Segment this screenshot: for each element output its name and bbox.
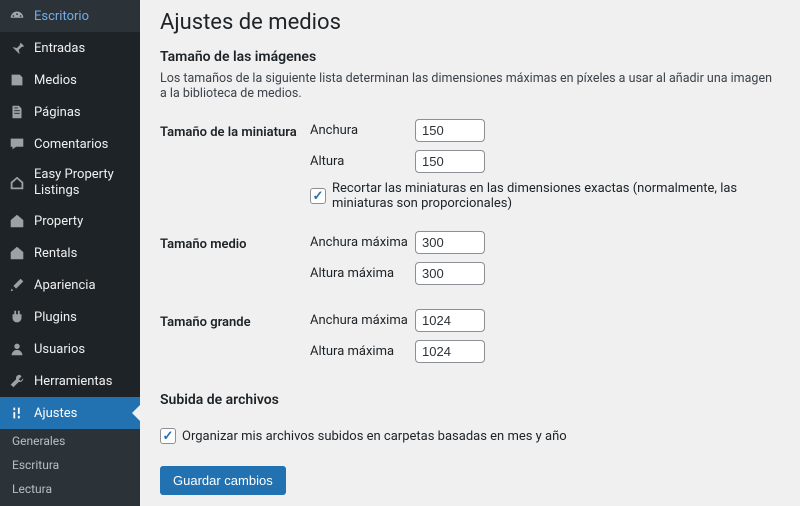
save-button[interactable]: Guardar cambios: [160, 466, 286, 495]
subitem-generales[interactable]: Generales: [0, 429, 140, 453]
medium-row: Tamaño medio Anchura máxima Altura máxim…: [160, 231, 780, 293]
sidebar-item-herramientas[interactable]: Herramientas: [0, 365, 140, 397]
sidebar-item-label: Easy Property Listings: [34, 167, 132, 198]
sidebar-item-paginas[interactable]: Páginas: [0, 96, 140, 128]
thumb-crop-checkbox[interactable]: [310, 188, 326, 204]
thumb-width-input[interactable]: [415, 119, 485, 142]
admin-sidebar: Escritorio Entradas Medios Páginas Comen…: [0, 0, 140, 506]
user-icon: [8, 340, 26, 358]
large-row: Tamaño grande Anchura máxima Altura máxi…: [160, 309, 780, 371]
sidebar-item-label: Herramientas: [34, 374, 112, 389]
sidebar-item-comentarios[interactable]: Comentarios: [0, 128, 140, 160]
medium-label: Tamaño medio: [160, 231, 310, 252]
medium-width-input[interactable]: [415, 231, 485, 254]
sidebar-item-entradas[interactable]: Entradas: [0, 32, 140, 64]
images-desc: Los tamaños de la siguiente lista determ…: [160, 71, 780, 101]
tools-icon: [8, 372, 26, 390]
dashboard-icon: [8, 7, 26, 25]
plugin-icon: [8, 308, 26, 326]
sidebar-item-apariencia[interactable]: Apariencia: [0, 269, 140, 301]
sidebar-item-label: Plugins: [34, 310, 77, 325]
large-label: Tamaño grande: [160, 309, 310, 330]
large-height-label: Altura máxima: [310, 344, 415, 359]
page-icon: [8, 103, 26, 121]
thumb-height-input[interactable]: [415, 150, 485, 173]
sidebar-item-label: Ajustes: [34, 406, 77, 421]
thumb-height-label: Altura: [310, 154, 415, 169]
sidebar-item-rentals[interactable]: Rentals: [0, 237, 140, 269]
large-width-label: Anchura máxima: [310, 313, 415, 328]
page-title: Ajustes de medios: [160, 10, 780, 35]
comment-icon: [8, 135, 26, 153]
sidebar-item-usuarios[interactable]: Usuarios: [0, 333, 140, 365]
sidebar-item-label: Property: [34, 214, 83, 229]
thumbnail-label: Tamaño de la miniatura: [160, 119, 310, 140]
medium-height-input[interactable]: [415, 262, 485, 285]
house-icon: [8, 174, 26, 192]
medium-height-label: Altura máxima: [310, 266, 415, 281]
house-icon: [8, 212, 26, 230]
sidebar-item-ajustes[interactable]: Ajustes: [0, 397, 140, 429]
subitem-escritura[interactable]: Escritura: [0, 453, 140, 477]
media-icon: [8, 71, 26, 89]
house-icon: [8, 244, 26, 262]
pin-icon: [8, 39, 26, 57]
sidebar-item-label: Apariencia: [34, 278, 96, 293]
thumb-width-label: Anchura: [310, 123, 415, 138]
subitem-lectura[interactable]: Lectura: [0, 477, 140, 501]
sidebar-item-label: Usuarios: [34, 342, 85, 357]
organize-uploads-label: Organizar mis archivos subidos en carpet…: [182, 429, 567, 444]
sidebar-item-label: Entradas: [34, 41, 85, 56]
organize-uploads-checkbox[interactable]: [160, 428, 176, 444]
settings-icon: [8, 404, 26, 422]
sidebar-item-label: Escritorio: [34, 9, 89, 24]
thumbnail-row: Tamaño de la miniatura Anchura Altura Re…: [160, 119, 780, 225]
uploads-heading: Subida de archivos: [160, 392, 780, 408]
large-height-input[interactable]: [415, 340, 485, 363]
sidebar-item-property[interactable]: Property: [0, 205, 140, 237]
brush-icon: [8, 276, 26, 294]
sidebar-item-label: Comentarios: [34, 137, 108, 152]
sidebar-item-label: Rentals: [34, 246, 77, 261]
sidebar-item-escritorio[interactable]: Escritorio: [0, 0, 140, 32]
sidebar-item-plugins[interactable]: Plugins: [0, 301, 140, 333]
section-images-heading: Tamaño de las imágenes: [160, 49, 780, 65]
main-content: Ajustes de medios Tamaño de las imágenes…: [140, 0, 800, 506]
sidebar-item-easy-property[interactable]: Easy Property Listings: [0, 160, 140, 205]
medium-width-label: Anchura máxima: [310, 235, 415, 250]
sidebar-item-label: Medios: [34, 73, 77, 88]
thumb-crop-label: Recortar las miniaturas en las dimension…: [332, 181, 780, 211]
sidebar-item-label: Páginas: [34, 105, 81, 120]
subitem-comentarios[interactable]: Comentarios: [0, 501, 140, 506]
sidebar-item-medios[interactable]: Medios: [0, 64, 140, 96]
large-width-input[interactable]: [415, 309, 485, 332]
